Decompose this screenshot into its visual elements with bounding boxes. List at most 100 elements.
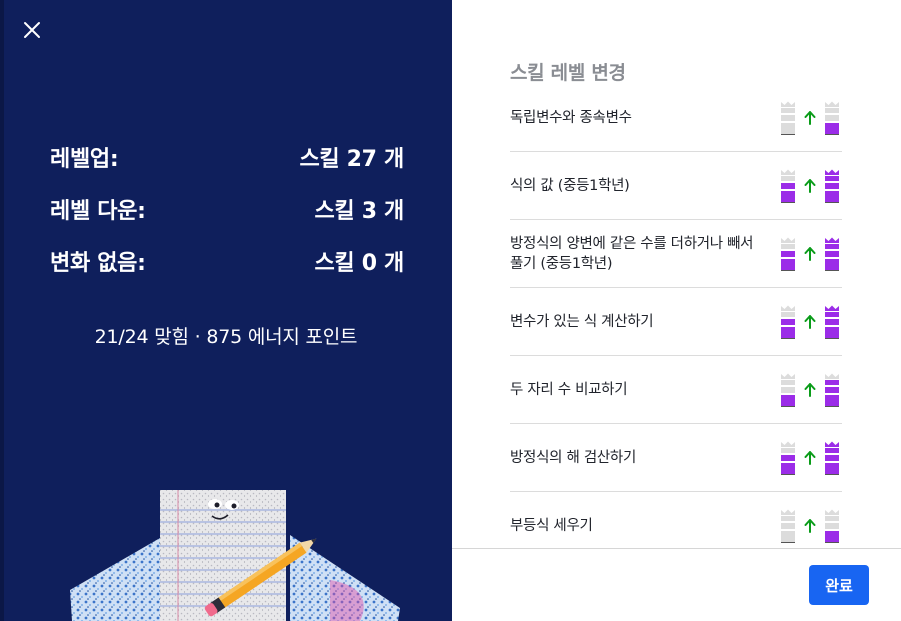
arrow-up-icon [804,519,816,533]
results-summary-panel: 레벨업: 스킬 27 개 레벨 다운: 스킬 3 개 변화 없음: 스킬 0 개… [0,0,452,621]
skill-name: 두 자리 수 비교하기 [510,381,628,398]
level-block [825,463,839,474]
level-block [781,463,795,474]
level-baseline [825,338,839,339]
level-down-label: 레벨 다운: [50,199,146,224]
level-block [825,244,839,249]
level-baseline [781,542,795,543]
level-block [781,319,795,325]
level-block [825,523,839,529]
level-block [825,395,839,406]
level-block [825,387,839,393]
level-baseline [781,474,795,475]
no-change-label: 변화 없음: [50,251,146,276]
score-energy-stats: 21/24 맞힘 · 875 에너지 포인트 [94,326,358,348]
skill-list[interactable]: 독립변수와 종속변수 식의 값 (중등1학년) 방정식의 양변에 같은 수를 더하거… [510,84,842,548]
level-after-icon [825,441,839,475]
level-block [781,115,795,121]
summary-level-down: 레벨 다운: 스킬 3 개 [50,193,404,225]
summary-level-up: 레벨업: 스킬 27 개 [50,141,404,173]
arrow-up-icon [804,383,816,397]
level-block [825,380,839,385]
level-block [781,259,795,270]
crown-icon [781,509,795,515]
crown-icon [825,373,839,379]
level-block [825,531,839,542]
level-baseline [825,270,839,271]
no-change-value: 스킬 0 개 [314,251,404,276]
crown-icon [781,305,795,311]
crown-icon [781,441,795,447]
skill-row: 두 자리 수 비교하기 [510,356,842,424]
level-after-icon [825,169,839,203]
level-block [825,516,839,521]
level-baseline [781,202,795,203]
level-before-icon [781,169,795,203]
level-block [781,455,795,461]
level-block [781,183,795,189]
level-baseline [781,338,795,339]
notebook-pencil-illustration [70,490,400,621]
skill-name: 변수가 있는 식 계산하기 [510,313,654,330]
level-block [781,123,795,134]
skill-changes-title: 스킬 레벨 변경 [510,62,626,84]
level-block [825,191,839,202]
skill-name: 부등식 세우기 [510,517,593,534]
crown-icon [825,441,839,447]
crown-icon [781,101,795,107]
skill-name: 독립변수와 종속변수 [510,109,632,126]
level-block [825,123,839,134]
level-baseline [825,406,839,407]
close-button[interactable] [18,16,46,44]
skill-row: 식의 값 (중등1학년) [510,152,842,220]
level-after-icon [825,373,839,407]
skill-level-change [780,220,840,288]
level-down-value: 스킬 3 개 [314,199,404,224]
level-block [781,395,795,406]
skill-level-change [780,424,840,492]
skill-level-change [780,152,840,220]
level-before-icon [781,237,795,271]
level-block [825,259,839,270]
level-block [781,108,795,113]
crown-icon [781,237,795,243]
crown-icon [825,101,839,107]
level-before-icon [781,101,795,135]
level-block [781,531,795,542]
skill-name: 식의 값 (중등1학년) [510,177,630,194]
arrow-up-icon [804,179,816,193]
level-before-icon [781,509,795,543]
skill-changes-panel: 스킬 레벨 변경 독립변수와 종속변수 식의 값 (중등1학년) 방정식의 양변에 … [452,0,901,621]
level-block [825,115,839,121]
level-block [781,327,795,338]
level-block [825,455,839,461]
level-after-icon [825,101,839,135]
level-up-value: 스킬 27 개 [299,147,404,172]
level-baseline [781,270,795,271]
level-block [825,251,839,257]
level-block [825,108,839,113]
level-block [781,523,795,529]
level-block [781,516,795,521]
skill-level-change [780,84,840,152]
done-button[interactable]: 완료 [809,565,869,605]
level-block [825,448,839,453]
level-block [825,176,839,181]
skill-row: 부등식 세우기 [510,492,842,548]
arrow-up-icon [804,315,816,329]
level-block [781,251,795,257]
level-block [825,327,839,338]
level-baseline [825,542,839,543]
level-after-icon [825,509,839,543]
level-after-icon [825,237,839,271]
level-up-label: 레벨업: [50,147,119,172]
panel-edge [0,0,4,621]
level-block [825,319,839,325]
level-baseline [825,202,839,203]
level-baseline [781,406,795,407]
level-block [781,380,795,385]
crown-icon [781,373,795,379]
level-after-icon [825,305,839,339]
crown-icon [825,237,839,243]
skill-row: 변수가 있는 식 계산하기 [510,288,842,356]
